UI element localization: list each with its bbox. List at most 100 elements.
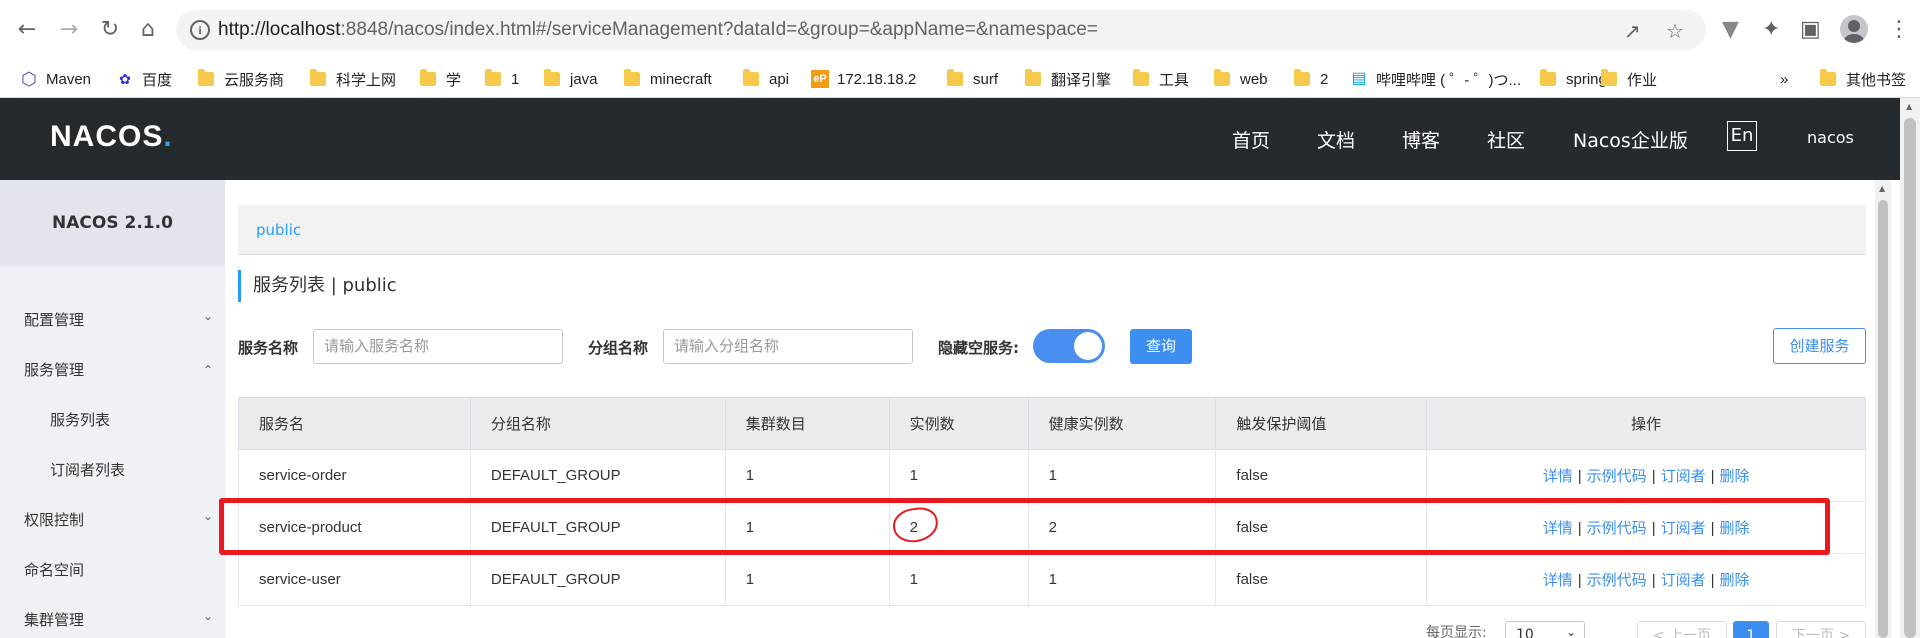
extension-v-icon[interactable]: ▼ (1722, 17, 1739, 42)
bookmark-folder[interactable]: web (1214, 68, 1268, 90)
paw-icon: ✿ (119, 71, 131, 87)
home-icon[interactable]: ⌂ (135, 17, 161, 43)
delete-link[interactable]: 删除 (1720, 572, 1750, 589)
reload-icon[interactable]: ↻ (97, 17, 123, 43)
create-service-button[interactable]: 创建服务 (1773, 328, 1866, 364)
user-menu[interactable]: nacos (1807, 128, 1854, 147)
bookmark-bilibili[interactable]: ▤ 哔哩哔哩 ( ゜- ゜)つ... (1350, 68, 1521, 90)
nav-docs[interactable]: 文档 (1317, 126, 1355, 153)
bookmark-folder[interactable]: 翻译引擎 (1025, 68, 1111, 90)
bookmark-folder[interactable]: 学 (420, 68, 461, 90)
share-icon[interactable]: ↗ (1624, 19, 1641, 43)
bookmark-star-icon[interactable]: ☆ (1666, 19, 1684, 43)
cell-group-name: DEFAULT_GROUP (469, 553, 726, 606)
content-scrollbar[interactable]: ▲ (1875, 180, 1891, 638)
next-page-button[interactable]: 下一页 > (1776, 621, 1866, 638)
chevron-down-icon: ⌄ (202, 609, 213, 623)
subscribers-link[interactable]: 订阅者 (1661, 572, 1706, 589)
language-toggle-button[interactable]: En (1727, 121, 1757, 151)
cell-protect-threshold: false (1215, 553, 1428, 606)
detail-link[interactable]: 详情 (1543, 572, 1573, 589)
nav-blog[interactable]: 博客 (1402, 126, 1440, 153)
other-bookmarks[interactable]: 其他书签 (1820, 68, 1906, 90)
bookmark-folder[interactable]: 工具 (1133, 68, 1189, 90)
bookmarks-more-button[interactable]: » (1780, 68, 1788, 90)
nav-home[interactable]: 首页 (1232, 126, 1270, 153)
menu-kebab-icon[interactable]: ⋮ (1888, 17, 1910, 42)
sidebar-item-service-list[interactable]: 服务列表 (0, 394, 225, 444)
group-name-label: 分组名称 (588, 339, 649, 357)
page-size-label: 每页显示: (1426, 625, 1487, 638)
profile-avatar[interactable] (1840, 15, 1868, 43)
bookmark-folder[interactable]: 科学上网 (310, 68, 396, 90)
nav-enterprise[interactable]: Nacos企业版 (1573, 126, 1688, 153)
scrollbar-thumb[interactable] (1878, 200, 1888, 638)
sidebar-item-permissions[interactable]: 权限控制 ⌄ (0, 494, 225, 544)
bookmark-baidu[interactable]: ✿ 百度 (116, 68, 172, 90)
folder-icon (544, 69, 560, 86)
bookmark-maven[interactable]: ⬡ Maven (20, 68, 91, 90)
bookmark-folder[interactable]: surf (947, 68, 998, 90)
cell-healthy-count: 1 (1027, 553, 1217, 606)
sidebar-item-subscribers[interactable]: 订阅者列表 (0, 444, 225, 494)
sidebar-item-service[interactable]: 服务管理 ⌃ (0, 344, 225, 394)
prev-page-button[interactable]: < 上一页 (1637, 621, 1727, 638)
bookmark-folder[interactable]: api (743, 68, 789, 90)
folder-icon (1294, 69, 1310, 86)
page-size-select[interactable]: 10 ⌄ (1505, 621, 1585, 638)
folder-icon (1133, 69, 1149, 86)
detail-link[interactable]: 详情 (1543, 468, 1573, 485)
sample-code-link[interactable]: 示例代码 (1587, 468, 1647, 485)
folder-icon (310, 69, 326, 86)
table-row: service-order DEFAULT_GROUP 1 1 1 false … (238, 449, 1866, 502)
chevron-down-icon: ⌄ (202, 309, 213, 323)
folder-icon (1601, 69, 1617, 86)
cell-cluster-count: 1 (724, 449, 890, 502)
side-panel-icon[interactable]: ▣ (1800, 17, 1821, 42)
page-scrollbar[interactable]: ▲ (1900, 98, 1920, 638)
column-header: 触发保护阈值 (1215, 397, 1428, 450)
sidebar-item-namespace[interactable]: 命名空间 (0, 544, 225, 594)
nav-community[interactable]: 社区 (1487, 126, 1525, 153)
service-name-input[interactable] (313, 329, 563, 364)
nacos-logo[interactable]: NACOS. (50, 120, 173, 154)
scroll-up-icon[interactable]: ▲ (1879, 184, 1885, 193)
current-page-button[interactable]: 1 (1733, 621, 1769, 638)
bookmark-ep[interactable]: eP 172.18.18.2 (811, 68, 916, 90)
query-button[interactable]: 查询 (1130, 329, 1192, 364)
hide-empty-toggle[interactable] (1033, 329, 1105, 363)
bookmark-folder[interactable]: minecraft (624, 68, 712, 90)
sample-code-link[interactable]: 示例代码 (1587, 572, 1647, 589)
cell-actions: 详情 | 示例代码 | 订阅者 | 删除 (1426, 553, 1866, 606)
site-info-icon[interactable]: i (190, 20, 210, 40)
bilibili-icon: ▤ (1351, 70, 1367, 87)
sidebar-item-config[interactable]: 配置管理 ⌄ (0, 294, 225, 344)
bookmark-folder[interactable]: 作业 (1601, 68, 1657, 90)
bookmark-folder[interactable]: spring (1540, 68, 1607, 90)
annotation-highlight-box (219, 498, 1830, 555)
group-name-input[interactable] (663, 329, 913, 364)
scroll-up-icon[interactable]: ▲ (1906, 102, 1912, 111)
extensions-puzzle-icon[interactable]: ✦ (1762, 17, 1780, 42)
service-name-label: 服务名称 (238, 339, 299, 357)
subscribers-link[interactable]: 订阅者 (1661, 468, 1706, 485)
namespace-link-public[interactable]: public (256, 221, 301, 239)
url-text[interactable]: http://localhost:8848/nacos/index.html#/… (218, 19, 1098, 41)
delete-link[interactable]: 删除 (1720, 468, 1750, 485)
bookmark-folder[interactable]: 2 (1294, 68, 1328, 90)
folder-icon (1540, 69, 1556, 86)
bookmarks-bar: ⬡ Maven ✿ 百度 云服务商 科学上网 学 1 java minecraft … (0, 60, 1920, 98)
bookmark-folder[interactable]: 1 (485, 68, 519, 90)
browser-toolbar: ← → ↻ ⌂ i http://localhost:8848/nacos/in… (0, 0, 1920, 60)
bookmark-folder[interactable]: 云服务商 (198, 68, 284, 90)
column-header: 实例数 (888, 397, 1029, 450)
cell-protect-threshold: false (1215, 449, 1428, 502)
address-bar[interactable]: i http://localhost:8848/nacos/index.html… (176, 10, 1706, 50)
version-label: NACOS 2.1.0 (0, 180, 225, 266)
bookmark-folder[interactable]: java (544, 68, 598, 90)
back-icon[interactable]: ← (14, 17, 40, 43)
forward-icon[interactable]: → (56, 17, 82, 43)
scrollbar-thumb[interactable] (1904, 118, 1916, 638)
sidebar-item-cluster[interactable]: 集群管理 ⌄ (0, 594, 225, 638)
hexagon-icon: ⬡ (21, 69, 37, 89)
